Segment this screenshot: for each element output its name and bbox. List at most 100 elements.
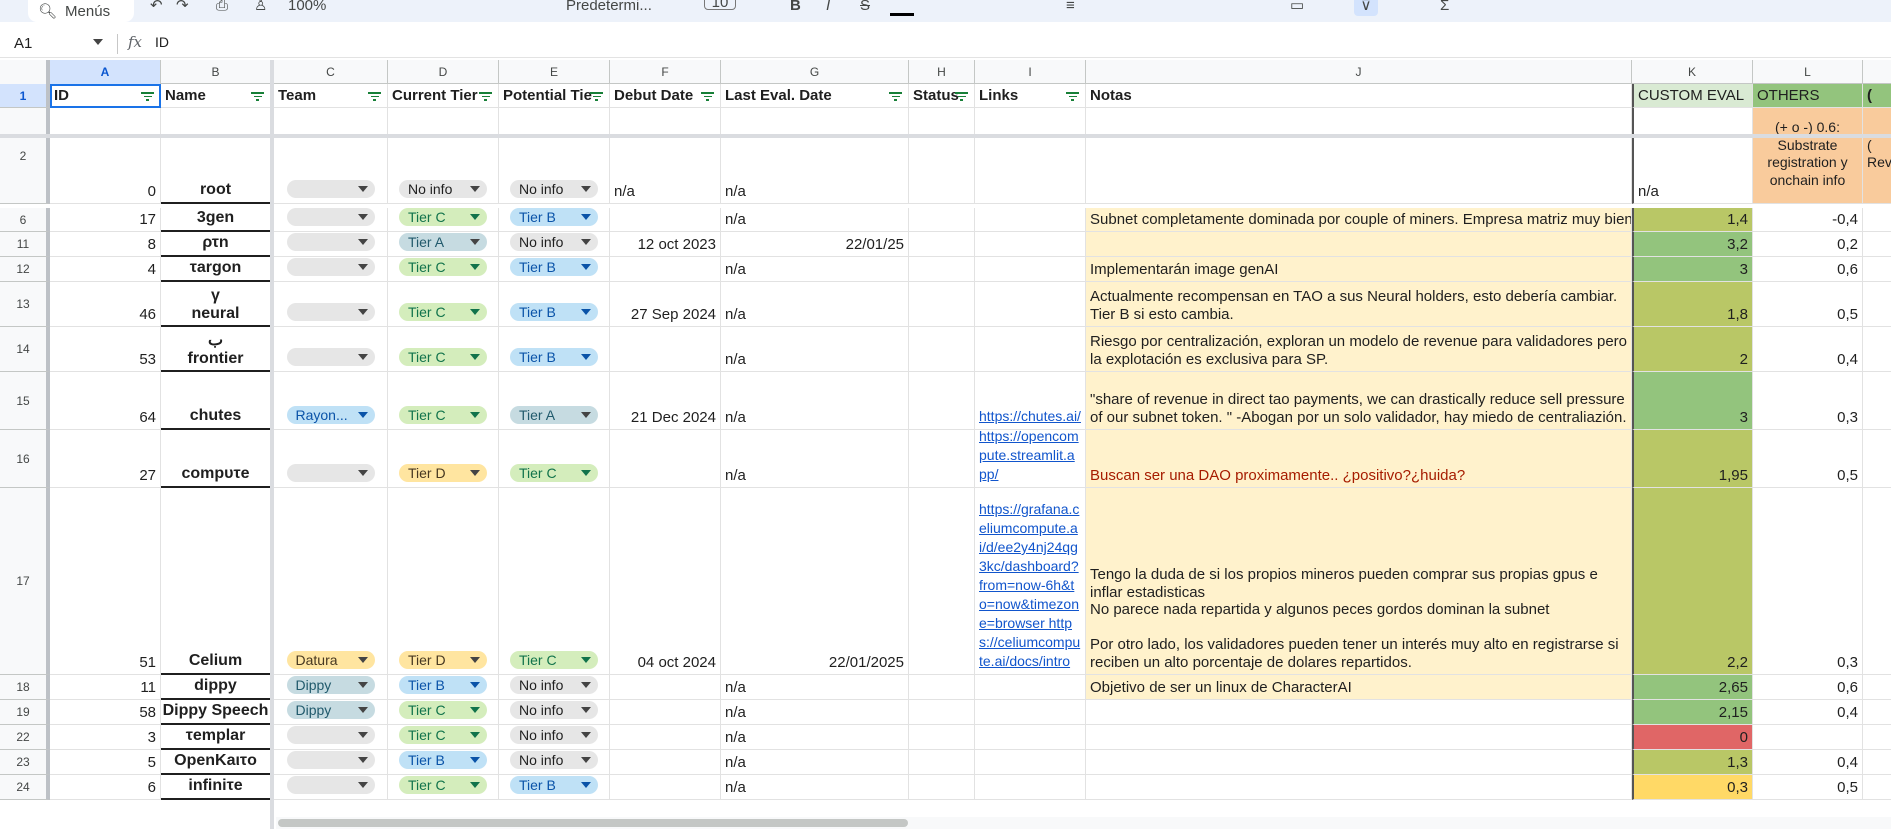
cell-others[interactable]: 0,6 <box>1753 675 1863 700</box>
cell-others[interactable]: 0,5 <box>1753 775 1863 800</box>
cell-name[interactable]: dippy <box>161 675 271 700</box>
cell-custom-eval[interactable]: 3 <box>1632 372 1753 430</box>
cell-potential-tier[interactable]: Tier C <box>499 430 610 488</box>
column-header-e[interactable]: E <box>499 60 610 84</box>
cell-m[interactable] <box>1863 775 1891 800</box>
current-tier-dropdown[interactable]: Tier C <box>399 303 487 321</box>
frozen-column-divider[interactable] <box>270 60 274 829</box>
cell-custom-eval[interactable]: 1,3 <box>1632 750 1753 775</box>
cell-id[interactable]: 27 <box>50 430 161 488</box>
column-header-b[interactable]: B <box>161 60 271 84</box>
select-all-corner[interactable] <box>0 60 50 84</box>
cell-custom-eval[interactable]: 0,3 <box>1632 775 1753 800</box>
zoom-select[interactable]: 100% <box>288 0 326 16</box>
cell-team[interactable]: Dippy <box>274 675 388 700</box>
cell-current-tier[interactable]: Tier C <box>388 775 499 800</box>
cell-name[interactable]: ب frontier <box>161 327 271 372</box>
cell-status[interactable] <box>909 208 975 232</box>
cell-custom-eval[interactable]: 2,15 <box>1632 700 1753 725</box>
cell-notas[interactable] <box>1086 775 1632 800</box>
cell-others[interactable]: 0,3 <box>1753 488 1863 675</box>
cell-id[interactable]: 58 <box>50 700 161 725</box>
team-dropdown[interactable]: Rayon... <box>286 406 375 424</box>
cell-team[interactable] <box>274 775 388 800</box>
potential-tier-dropdown[interactable]: No info <box>510 676 598 694</box>
cell-last-eval[interactable]: 22/01/2025 <box>721 488 909 675</box>
cell-current-tier[interactable]: Tier C <box>388 372 499 430</box>
cell-status[interactable] <box>909 430 975 488</box>
potential-tier-dropdown[interactable]: No info <box>510 701 598 719</box>
cell-status[interactable] <box>909 725 975 750</box>
filter-icon[interactable] <box>701 92 714 101</box>
cell-name[interactable]: τargon <box>161 257 271 282</box>
team-dropdown[interactable] <box>286 776 375 794</box>
cell-team[interactable] <box>274 208 388 232</box>
header-last-eval[interactable]: Last Eval. Date <box>721 84 909 108</box>
redo-icon[interactable]: ↷ <box>176 0 189 16</box>
cell-team[interactable] <box>274 430 388 488</box>
cell-potential-tier[interactable]: Tier B <box>499 257 610 282</box>
cell-potential-tier[interactable]: No info <box>499 108 610 204</box>
cell-team[interactable] <box>274 750 388 775</box>
formula-input[interactable]: ID <box>155 34 169 50</box>
cell-others[interactable] <box>1753 725 1863 750</box>
cell-debut[interactable] <box>610 675 721 700</box>
cell-others[interactable]: 0,4 <box>1753 700 1863 725</box>
cell-current-tier[interactable]: Tier C <box>388 327 499 372</box>
row-header[interactable]: 15 <box>0 372 50 430</box>
cell-m[interactable] <box>1863 675 1891 700</box>
cell-m[interactable] <box>1863 488 1891 675</box>
cell-links[interactable] <box>975 208 1086 232</box>
header-others[interactable]: OTHERS <box>1753 84 1863 108</box>
horizontal-scrollbar[interactable] <box>276 817 1891 829</box>
cell-notas[interactable]: Tengo la duda de si los propios mineros … <box>1086 488 1632 675</box>
cell-links[interactable] <box>975 700 1086 725</box>
column-header-j[interactable]: J <box>1086 60 1632 84</box>
header-current[interactable]: Current Tier <box>388 84 499 108</box>
cell-team[interactable]: Datura <box>274 488 388 675</box>
scrollbar-thumb[interactable] <box>278 819 908 827</box>
cell-notas[interactable] <box>1086 108 1632 204</box>
cell-m[interactable] <box>1863 232 1891 257</box>
cell-debut[interactable]: n/a <box>610 108 721 204</box>
current-tier-dropdown[interactable]: Tier C <box>399 726 487 744</box>
cell-team[interactable]: Rayon... <box>274 372 388 430</box>
cell-debut[interactable]: 27 Sep 2024 <box>610 282 721 327</box>
cell-id[interactable]: 8 <box>50 232 161 257</box>
cell-potential-tier[interactable]: Tier B <box>499 327 610 372</box>
print-icon[interactable]: ⎙ <box>216 0 228 16</box>
cell-potential-tier[interactable]: No info <box>499 700 610 725</box>
cell-name[interactable]: ρτn <box>161 232 271 257</box>
cell-id[interactable]: 11 <box>50 675 161 700</box>
cell-custom-eval[interactable]: 1,4 <box>1632 208 1753 232</box>
current-tier-dropdown[interactable]: Tier C <box>399 258 487 276</box>
cell-notas[interactable]: Subnet completamente dominada por couple… <box>1086 208 1632 232</box>
cell-debut[interactable]: 04 oct 2024 <box>610 488 721 675</box>
cell-m[interactable] <box>1863 372 1891 430</box>
cell-id[interactable]: 0 <box>50 108 161 204</box>
cell-debut[interactable]: 12 oct 2023 <box>610 232 721 257</box>
cell-current-tier[interactable]: Tier C <box>388 208 499 232</box>
menu-search[interactable]: 🔍︎ Menús <box>28 0 134 22</box>
cell-status[interactable] <box>909 700 975 725</box>
align-icon[interactable]: ≡ <box>1066 0 1075 16</box>
current-tier-dropdown[interactable]: Tier C <box>399 701 487 719</box>
potential-tier-dropdown[interactable]: Tier A <box>510 406 598 424</box>
cell-others[interactable]: 0,5 <box>1753 430 1863 488</box>
italic-icon[interactable]: I <box>826 0 830 16</box>
cell-others[interactable]: 0,5 <box>1753 282 1863 327</box>
cell-links[interactable] <box>975 675 1086 700</box>
cell-last-eval[interactable]: n/a <box>721 327 909 372</box>
cell-status[interactable] <box>909 282 975 327</box>
cell-links[interactable] <box>975 282 1086 327</box>
cell-name[interactable]: root <box>161 108 271 204</box>
cell-links[interactable] <box>975 750 1086 775</box>
filter-icon[interactable] <box>479 92 492 101</box>
row-header[interactable]: 13 <box>0 282 50 327</box>
current-tier-dropdown[interactable]: Tier B <box>399 751 487 769</box>
cell-links[interactable]: https://chutes.ai/ <box>975 372 1086 430</box>
row-header[interactable]: 17 <box>0 488 50 675</box>
cell-links[interactable] <box>975 327 1086 372</box>
cell-status[interactable] <box>909 775 975 800</box>
cell-custom-eval[interactable]: 2,2 <box>1632 488 1753 675</box>
